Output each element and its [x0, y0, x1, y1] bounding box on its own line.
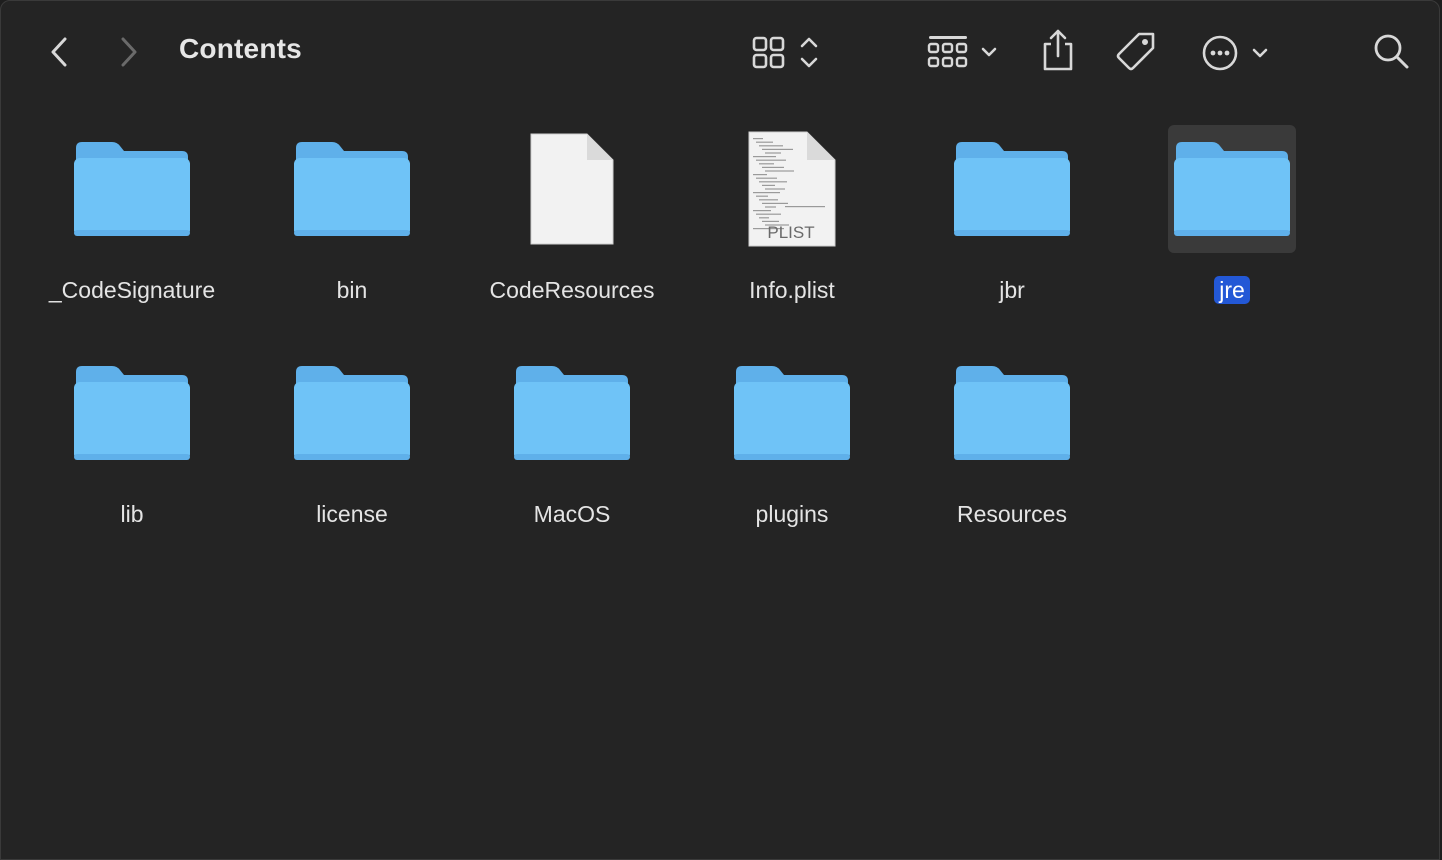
folder-icon: [954, 366, 1070, 460]
item-icon[interactable]: [728, 349, 856, 477]
item-icon[interactable]: [68, 349, 196, 477]
item-label[interactable]: CodeResources: [472, 277, 672, 304]
item-label[interactable]: MacOS: [472, 501, 672, 528]
folder-icon: [954, 142, 1070, 236]
item-label[interactable]: Resources: [912, 501, 1112, 528]
item-label[interactable]: license: [252, 501, 452, 528]
finder-window: Contents _CodeSignature bin CodeResource…: [0, 0, 1440, 860]
item-label[interactable]: _CodeSignature: [32, 277, 232, 304]
item-name: plugins: [755, 501, 829, 527]
item-label[interactable]: jbr: [912, 277, 1112, 304]
plist-badge: PLIST: [767, 223, 814, 242]
item-icon[interactable]: [948, 349, 1076, 477]
folder-icon: [1174, 142, 1290, 236]
file-item-macos[interactable]: MacOS: [472, 349, 672, 549]
item-icon[interactable]: [68, 125, 196, 253]
document-icon: [530, 133, 614, 245]
file-item-jbr[interactable]: jbr: [912, 125, 1112, 325]
item-name: CodeResources: [489, 277, 655, 303]
folder-icon: [294, 142, 410, 236]
item-name: jbr: [999, 277, 1025, 303]
item-icon[interactable]: [288, 349, 416, 477]
item-icon[interactable]: [948, 125, 1076, 253]
plist-file-icon: PLIST: [748, 131, 836, 247]
item-label[interactable]: bin: [252, 277, 452, 304]
file-item-info-plist[interactable]: PLIST Info.plist: [692, 125, 892, 325]
item-label[interactable]: lib: [32, 501, 232, 528]
file-item-bin[interactable]: bin: [252, 125, 452, 325]
item-name: jre: [1214, 276, 1250, 304]
item-label[interactable]: jre: [1132, 276, 1332, 304]
file-item-plugins[interactable]: plugins: [692, 349, 892, 549]
item-icon[interactable]: [1168, 125, 1296, 253]
file-item-license[interactable]: license: [252, 349, 452, 549]
file-item-codesignature[interactable]: _CodeSignature: [32, 125, 232, 325]
file-item-lib[interactable]: lib: [32, 349, 232, 549]
item-icon[interactable]: PLIST: [728, 125, 856, 253]
file-grid: _CodeSignature bin CodeResources PLIST Info.…: [1, 1, 1439, 859]
item-icon[interactable]: [508, 349, 636, 477]
item-name: Info.plist: [749, 277, 835, 303]
item-label[interactable]: plugins: [692, 501, 892, 528]
item-name: Resources: [957, 501, 1067, 527]
folder-icon: [74, 366, 190, 460]
folder-icon: [734, 366, 850, 460]
item-name: lib: [120, 501, 144, 527]
item-icon[interactable]: [288, 125, 416, 253]
folder-icon: [74, 142, 190, 236]
file-item-resources[interactable]: Resources: [912, 349, 1112, 549]
item-name: MacOS: [533, 501, 611, 527]
item-name: _CodeSignature: [48, 277, 216, 303]
folder-icon: [294, 366, 410, 460]
item-name: license: [316, 501, 388, 527]
file-item-coderesources[interactable]: CodeResources: [472, 125, 672, 325]
file-item-jre[interactable]: jre: [1132, 125, 1332, 325]
folder-icon: [514, 366, 630, 460]
item-name: bin: [336, 277, 368, 303]
item-icon[interactable]: [508, 125, 636, 253]
item-label[interactable]: Info.plist: [692, 277, 892, 304]
